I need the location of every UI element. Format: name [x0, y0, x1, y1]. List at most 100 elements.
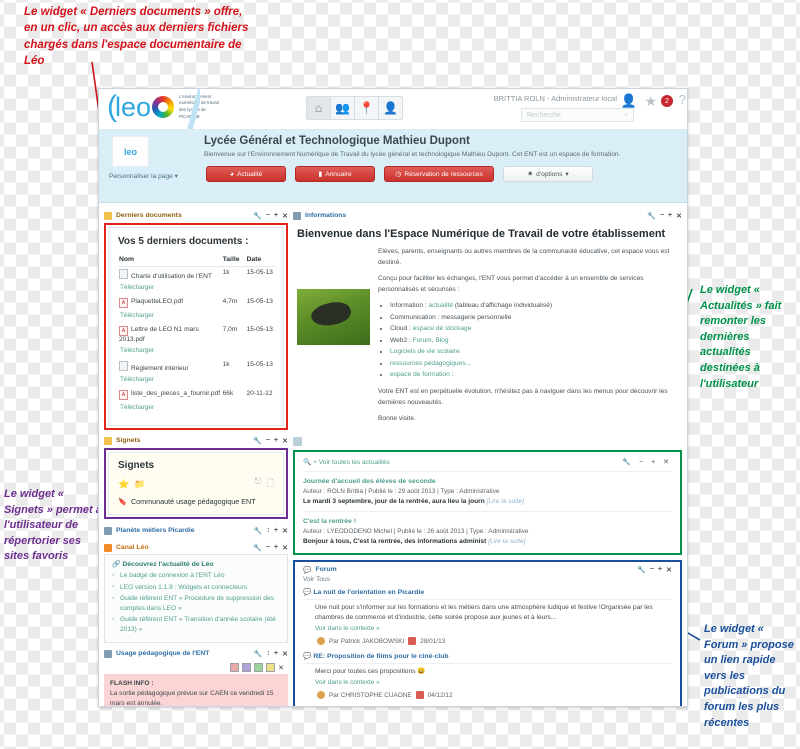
table-row[interactable]: Règlement intérieur 1k 15-05-13 — [118, 359, 274, 374]
service-link[interactable]: espace de formation — [390, 371, 450, 378]
service-link[interactable]: ressources pédagogiques... — [390, 360, 471, 367]
maximize-icon[interactable]: + — [274, 527, 278, 535]
close-icon[interactable]: ✕ — [666, 566, 672, 574]
forum-context-link[interactable]: Voir dans le contexte » — [315, 678, 672, 688]
read-more-link[interactable]: [Lire la suite] — [488, 538, 525, 545]
person-icon[interactable]: 👤 — [379, 97, 402, 119]
minimize-icon[interactable]: − — [266, 437, 270, 445]
service-link[interactable]: actualité — [428, 302, 453, 309]
wrench-icon[interactable]: 🔧 — [253, 437, 262, 445]
service-list-item[interactable]: Web2 : Forum, Blog — [390, 336, 676, 347]
maximize-icon[interactable]: + — [274, 212, 278, 220]
canal-list-item[interactable]: Le badge de connexion à l'ENT Léo — [112, 571, 280, 581]
primary-nav-icons[interactable]: ⌂ 👥 📍 👤 — [306, 96, 403, 120]
annuaire-button[interactable]: ▮ Annuaire — [295, 166, 375, 182]
service-list-item[interactable]: Logiciels de vie scolaire — [390, 347, 676, 358]
maximize-icon[interactable]: + — [274, 544, 278, 552]
forum-thread-title[interactable]: 💬 RE: Proposition de films pour le ciné-… — [303, 652, 672, 665]
close-icon[interactable]: ✕ — [282, 544, 288, 552]
table-row[interactable]: Charte d'utilisation de l'ENT 1k 15-05-13 — [118, 267, 274, 283]
table-row-download[interactable]: Télécharger — [118, 374, 274, 388]
service-link[interactable]: Logiciels de vie scolaire — [390, 348, 460, 355]
actualite-button[interactable]: ◕ Actualité — [206, 166, 286, 182]
widget-tools[interactable]: 🔧 − + ✕ — [253, 437, 288, 445]
document-name[interactable]: A Lettre de LEO N1 mars 2013.pdf — [118, 324, 222, 345]
home-icon[interactable]: ⌂ — [307, 97, 331, 119]
download-link[interactable]: Télécharger — [119, 284, 273, 294]
maximize-icon[interactable]: + — [658, 566, 662, 574]
signets-right-tools[interactable]: ⎋ 🗋 — [255, 476, 274, 492]
wrench-icon[interactable]: 🔧 — [253, 544, 262, 552]
leo-logo[interactable]: ( leo L'environnement numérique de trava… — [107, 92, 225, 122]
download-link[interactable]: Télécharger — [119, 376, 273, 386]
service-list-item[interactable]: Information : actualité (tableau d'affic… — [390, 301, 676, 312]
read-more-link[interactable]: [Lire la suite] — [487, 498, 524, 505]
minimize-icon[interactable]: − — [266, 544, 270, 552]
resize-icon[interactable]: ↕ — [267, 527, 271, 535]
search-clear-icon[interactable]: × — [624, 109, 628, 123]
user-account-label[interactable]: BRITTIA ROLN - Administrateur local — [494, 94, 617, 103]
search-input[interactable]: Recherche × — [521, 108, 634, 122]
star-folder-icon[interactable]: ⭐ — [118, 479, 129, 490]
close-icon[interactable]: ✕ — [282, 527, 288, 535]
download-link[interactable]: Télécharger — [119, 404, 273, 414]
forum-context-link[interactable]: Voir dans le contexte » — [315, 624, 672, 634]
forum-thread-title[interactable]: 💬 La nuit de l'orientation en Picardie — [303, 588, 672, 600]
close-icon[interactable]: ✕ — [282, 212, 288, 220]
minimize-icon[interactable]: − — [650, 566, 654, 574]
close-icon[interactable]: ✕ — [676, 212, 682, 220]
wrench-icon[interactable]: 🔧 — [253, 212, 262, 220]
table-row-download[interactable]: Télécharger — [118, 282, 274, 296]
maximize-icon[interactable]: + — [274, 650, 278, 658]
close-icon[interactable]: ✕ — [278, 664, 284, 672]
minimize-icon[interactable]: − — [660, 212, 664, 220]
favorites-star-icon[interactable]: ★ — [644, 93, 657, 110]
minimize-icon[interactable]: − — [266, 212, 270, 220]
resize-icon[interactable]: ↕ — [267, 650, 271, 658]
new-page-icon[interactable]: 🗋 — [267, 476, 274, 492]
widget-tools[interactable]: 🔧 − + ✕ — [253, 212, 288, 220]
pin-icon[interactable]: 📍 — [355, 97, 379, 119]
canal-list-item[interactable]: Guide référent ENT « Procédure de suppre… — [112, 594, 280, 613]
table-row-download[interactable]: Télécharger — [118, 402, 274, 416]
widget-tools[interactable]: 🔧 − + ✕ — [637, 566, 672, 574]
see-all-actualites-link[interactable]: + Voir toutes les actualités — [313, 459, 390, 466]
widget-tools[interactable]: 🔧 − + ✕ — [253, 544, 288, 552]
color-swatch[interactable] — [254, 663, 264, 673]
service-list-item[interactable]: Cloud : espace de stockage — [390, 324, 676, 335]
download-link[interactable]: Télécharger — [119, 347, 273, 357]
wrench-icon[interactable]: 🔧 — [637, 566, 646, 574]
close-icon[interactable]: ✕ — [282, 437, 288, 445]
wrench-icon[interactable]: 🔧 — [254, 650, 263, 658]
folder-icon[interactable]: 📁 — [134, 479, 145, 490]
canal-heading[interactable]: 🔗 Découvrez l'actualité de Léo — [112, 560, 280, 568]
user-avatar-icon[interactable]: 👤 — [621, 93, 637, 109]
groups-icon[interactable]: 👥 — [331, 97, 355, 119]
widget-tools[interactable]: 🔧 ↕ + ✕ — [254, 527, 288, 535]
notification-badge[interactable]: 2 — [661, 95, 673, 107]
service-list-item[interactable]: espace de formation : — [390, 370, 676, 381]
table-row[interactable]: A Lettre de LEO N1 mars 2013.pdf 7,0m 15-05… — [118, 324, 274, 345]
wrench-icon[interactable]: 🔧 — [254, 527, 263, 535]
maximize-icon[interactable]: + — [274, 437, 278, 445]
table-row-download[interactable]: Télécharger — [118, 345, 274, 359]
news-title[interactable]: C'est la rentrée ! — [303, 518, 672, 525]
table-row[interactable]: Aliste_des_pieces_a_fournir.pdf 66k 20-11-… — [118, 388, 274, 402]
download-link[interactable]: Télécharger — [119, 312, 273, 322]
options-button[interactable]: ✷ d'options ▾ — [503, 166, 593, 182]
document-name[interactable]: Aliste_des_pieces_a_fournir.pdf — [118, 388, 222, 402]
canal-list-item[interactable]: LEO version 1.1.9 : Widgets et connecteu… — [112, 582, 280, 593]
widget-tools[interactable]: 🔧 − + ✕ — [647, 212, 682, 220]
color-swatch[interactable] — [242, 663, 252, 673]
news-item[interactable]: C'est la rentrée ! Auteur : LYEODODENO Mi… — [303, 518, 672, 545]
news-item[interactable]: Journée d'accueil des élèves de seconde A… — [303, 478, 672, 512]
color-swatch[interactable] — [230, 663, 240, 673]
forum-see-all-link[interactable]: Voir Tous — [303, 576, 672, 583]
wrench-icon[interactable]: 🔧 — [647, 212, 656, 220]
color-swatch[interactable] — [266, 663, 276, 673]
reservation-ressources-button[interactable]: ◷ Réservation de ressources — [384, 166, 494, 182]
document-name[interactable]: A PlaquetteLEO.pdf — [118, 296, 222, 310]
personalize-page-link[interactable]: Personnaliser la page ▾ — [109, 172, 178, 180]
widget-tools[interactable]: 🔧 ↕ + ✕ — [254, 650, 288, 658]
service-link[interactable]: Forum, Blog — [413, 337, 449, 344]
